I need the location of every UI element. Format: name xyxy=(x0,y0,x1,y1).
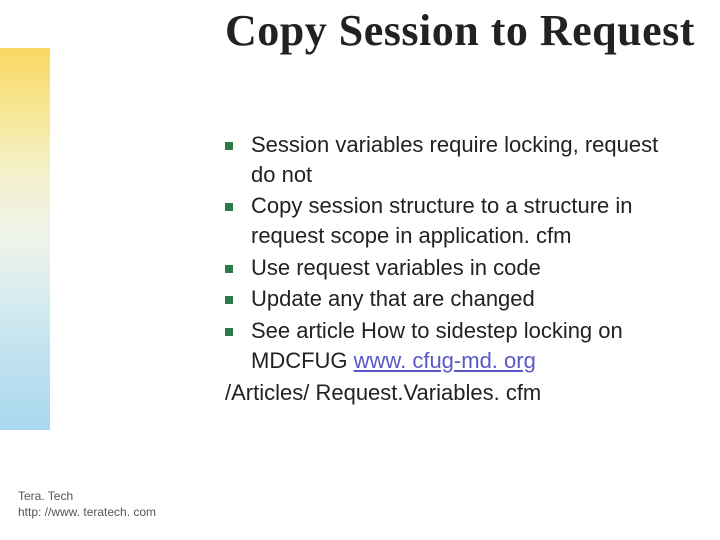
list-item: Copy session structure to a structure in… xyxy=(225,191,675,250)
list-item-text: Copy session structure to a structure in… xyxy=(251,191,675,250)
cfug-link[interactable]: www. cfug-md. org xyxy=(354,348,536,373)
list-item-text: Use request variables in code xyxy=(251,253,675,283)
footer-url: http: //www. teratech. com xyxy=(18,504,156,520)
list-item: See article How to sidestep locking on M… xyxy=(225,316,675,375)
footer: Tera. Tech http: //www. teratech. com xyxy=(18,488,156,520)
bullet-icon xyxy=(225,328,233,336)
trailing-text: /Articles/ Request.Variables. cfm xyxy=(225,378,675,408)
page-title: Copy Session to Request xyxy=(225,8,695,54)
list-item-text: Session variables require locking, reque… xyxy=(251,130,675,189)
bullet-icon xyxy=(225,296,233,304)
list-item-text: Update any that are changed xyxy=(251,284,675,314)
list-item: Update any that are changed xyxy=(225,284,675,314)
slide-body: Session variables require locking, reque… xyxy=(225,130,675,407)
list-item: Use request variables in code xyxy=(225,253,675,283)
slide: Copy Session to Request Session variable… xyxy=(0,0,720,540)
footer-company: Tera. Tech xyxy=(18,488,156,504)
bullet-icon xyxy=(225,203,233,211)
bullet-icon xyxy=(225,265,233,273)
bullet-icon xyxy=(225,142,233,150)
list-item: Session variables require locking, reque… xyxy=(225,130,675,189)
list-item-text: See article How to sidestep locking on M… xyxy=(251,316,675,375)
